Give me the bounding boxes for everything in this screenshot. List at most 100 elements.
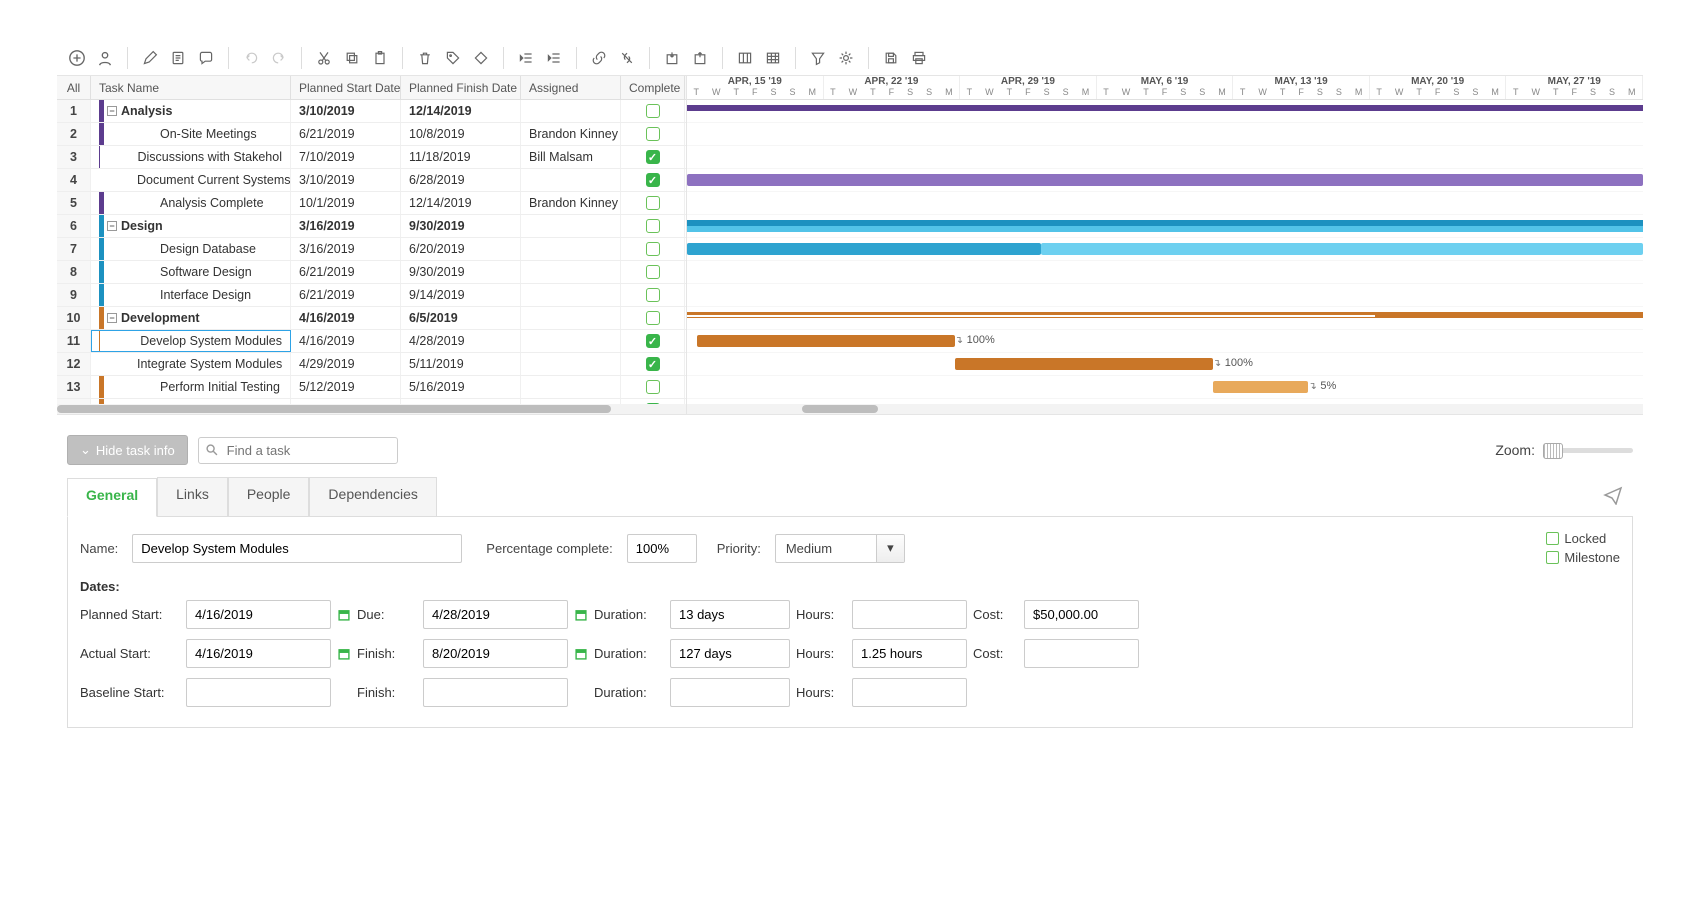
outdent-icon[interactable] [516,48,536,68]
complete-cell[interactable] [621,169,685,191]
task-name-cell[interactable]: −Development [91,307,291,329]
cut-icon[interactable] [314,48,334,68]
link-icon[interactable] [589,48,609,68]
tag-icon[interactable] [443,48,463,68]
indent-icon[interactable] [544,48,564,68]
planned-finish-cell[interactable]: 9/30/2019 [401,215,521,237]
send-icon[interactable] [1593,477,1633,516]
complete-cell[interactable] [621,123,685,145]
planned-finish-cell[interactable]: 12/14/2019 [401,192,521,214]
copy-icon[interactable] [342,48,362,68]
grid-icon[interactable] [763,48,783,68]
tab-links[interactable]: Links [157,477,228,516]
paste-icon[interactable] [370,48,390,68]
pct-input[interactable] [627,534,697,563]
collapse-icon[interactable]: − [107,106,117,116]
planned-finish-cell[interactable]: 4/28/2019 [401,330,521,352]
person-icon[interactable] [95,48,115,68]
assigned-cell[interactable] [521,284,621,306]
task-bar[interactable] [955,358,1213,370]
assigned-cell[interactable] [521,261,621,283]
planned-finish-cell[interactable]: 9/30/2019 [401,261,521,283]
table-row[interactable]: 3Discussions with Stakehol7/10/201911/18… [57,146,686,169]
col-assigned[interactable]: Assigned [521,76,621,99]
add-icon[interactable] [67,48,87,68]
tab-dependencies[interactable]: Dependencies [309,477,437,516]
redo-icon[interactable] [269,48,289,68]
task-bar[interactable] [687,243,1041,255]
complete-cell[interactable] [621,330,685,352]
assigned-cell[interactable] [521,376,621,398]
task-name-cell[interactable]: Perform Initial Testing [91,376,291,398]
task-name-cell[interactable]: Interface Design [91,284,291,306]
hours-2-input[interactable] [852,639,967,668]
table-row[interactable]: 11Develop System Modules4/16/20194/28/20… [57,330,686,353]
planned-start-cell[interactable]: 3/16/2019 [291,238,401,260]
due-input[interactable] [423,600,568,629]
task-name-cell[interactable]: Design Database [91,238,291,260]
milestone-checkbox[interactable]: Milestone [1546,550,1620,565]
tab-people[interactable]: People [228,477,310,516]
planned-finish-cell[interactable]: 11/18/2019 [401,146,521,168]
table-row[interactable]: 8Software Design6/21/20199/30/2019 [57,261,686,284]
complete-cell[interactable] [621,238,685,260]
comment-icon[interactable] [196,48,216,68]
name-input[interactable] [132,534,462,563]
calendar-icon[interactable] [337,647,351,661]
checkbox-icon[interactable] [646,196,660,210]
collapse-icon[interactable]: − [107,313,117,323]
edit-icon[interactable] [140,48,160,68]
grid-hscroll[interactable] [57,404,686,414]
timeline-body[interactable]: 100%↴100%↴5%↴100%↴ [687,100,1643,404]
checkbox-icon[interactable] [646,242,660,256]
checkbox-icon[interactable] [646,127,660,141]
import-icon[interactable] [662,48,682,68]
save-icon[interactable] [881,48,901,68]
calendar-icon[interactable] [574,647,588,661]
checkbox-icon[interactable] [646,173,660,187]
assigned-cell[interactable]: Brandon Kinney [521,123,621,145]
actual-start-input[interactable] [186,639,331,668]
table-row[interactable]: 4Document Current Systems3/10/20196/28/2… [57,169,686,192]
planned-finish-cell[interactable]: 6/20/2019 [401,238,521,260]
complete-cell[interactable] [621,100,685,122]
complete-cell[interactable] [621,307,685,329]
task-bar[interactable] [697,335,955,347]
checkbox-icon[interactable] [646,219,660,233]
hide-task-info-button[interactable]: ⌄ Hide task info [67,435,188,465]
duration-2-input[interactable] [670,639,790,668]
complete-cell[interactable] [621,261,685,283]
hours-3-input[interactable] [852,678,967,707]
complete-cell[interactable] [621,192,685,214]
assigned-cell[interactable]: Brandon Kinney [521,192,621,214]
planned-finish-cell[interactable]: 10/8/2019 [401,123,521,145]
assigned-cell[interactable] [521,169,621,191]
print-icon[interactable] [909,48,929,68]
col-planned-start[interactable]: Planned Start Date [291,76,401,99]
planned-start-input[interactable] [186,600,331,629]
baseline-start-input[interactable] [186,678,331,707]
table-row[interactable]: 2On-Site Meetings6/21/201910/8/2019Brand… [57,123,686,146]
assigned-cell[interactable] [521,353,621,375]
assigned-cell[interactable]: Bill Malsam [521,146,621,168]
assigned-cell[interactable] [521,100,621,122]
hours-1-input[interactable] [852,600,967,629]
table-row[interactable]: 6−Design3/16/20199/30/2019 [57,215,686,238]
complete-cell[interactable] [621,146,685,168]
assigned-cell[interactable] [521,307,621,329]
table-row[interactable]: 1−Analysis3/10/201912/14/2019 [57,100,686,123]
col-all[interactable]: All [57,76,91,99]
complete-cell[interactable] [621,215,685,237]
calendar-icon[interactable] [337,608,351,622]
summary-bar[interactable] [687,315,1375,317]
task-name-cell[interactable]: Integrate System Modules [91,353,291,375]
planned-finish-cell[interactable]: 9/14/2019 [401,284,521,306]
table-row[interactable]: 12Integrate System Modules4/29/20195/11/… [57,353,686,376]
complete-cell[interactable] [621,353,685,375]
calendar-icon[interactable] [574,608,588,622]
duration-3-input[interactable] [670,678,790,707]
duration-1-input[interactable] [670,600,790,629]
planned-start-cell[interactable]: 3/16/2019 [291,215,401,237]
checkbox-icon[interactable] [646,265,660,279]
task-name-cell[interactable]: Discussions with Stakehol [91,146,291,168]
